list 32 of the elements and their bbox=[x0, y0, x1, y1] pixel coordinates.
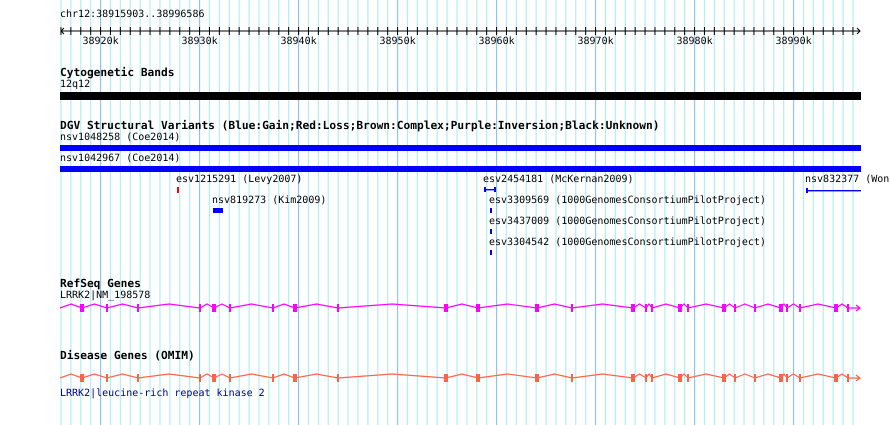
variant-label[interactable]: esv1215291 (Levy2007) bbox=[176, 174, 302, 186]
tick-label: 38950k bbox=[380, 36, 416, 47]
tick-label: 38960k bbox=[478, 36, 515, 47]
gene-model[interactable] bbox=[59, 373, 861, 382]
tick-label: 38990k bbox=[776, 36, 812, 47]
band-label: 12q12 bbox=[60, 79, 90, 91]
track-title: Cytogenetic Bands bbox=[60, 66, 176, 79]
tick-label: 38940k bbox=[280, 36, 317, 47]
variant-label[interactable]: nsv1048258 (Coe2014) bbox=[60, 132, 180, 144]
variant-label[interactable]: esv2454181 (McKernan2009) bbox=[483, 174, 634, 186]
variant-label[interactable]: esv3304542 (1000GenomesConsortiumPilotProject) bbox=[489, 237, 766, 249]
variant-bar[interactable] bbox=[60, 166, 861, 172]
gene-model[interactable] bbox=[59, 303, 861, 312]
variant-bar[interactable] bbox=[213, 208, 223, 213]
gene-label[interactable]: LRRK2|leucine-rich repeat kinase 2 bbox=[60, 388, 265, 400]
variant-label[interactable]: esv3309569 (1000GenomesConsortiumPilotProject) bbox=[489, 195, 766, 207]
track-title: Disease Genes (OMIM) bbox=[60, 349, 196, 362]
region-label: chr12:38915903..38996586 bbox=[60, 9, 206, 21]
tick-label: 38920k bbox=[82, 36, 119, 47]
gene-label[interactable]: LRRK2|NM_198578 bbox=[60, 290, 150, 302]
variant-bar[interactable] bbox=[60, 145, 861, 151]
variant-interval[interactable] bbox=[806, 188, 861, 193]
tick-label: 38980k bbox=[676, 36, 713, 47]
track-title: RefSeq Genes bbox=[60, 277, 142, 290]
tick-label: 38930k bbox=[182, 36, 218, 47]
variant-label[interactable]: esv3437009 (1000GenomesConsortiumPilotProject) bbox=[489, 216, 766, 228]
track-title: DGV Structural Variants (Blue:Gain;Red:Loss;Brown:Complex;Purple:Inversion;Black:Unknown) bbox=[60, 119, 660, 132]
tick-label: 38970k bbox=[578, 36, 614, 47]
variant-interval[interactable] bbox=[484, 187, 496, 192]
variant-label[interactable]: nsv1042967 (Coe2014) bbox=[60, 153, 180, 165]
variant-label[interactable]: nsv832377 (Won bbox=[805, 174, 890, 186]
variant-label[interactable]: nsv819273 (Kim2009) bbox=[212, 195, 326, 207]
